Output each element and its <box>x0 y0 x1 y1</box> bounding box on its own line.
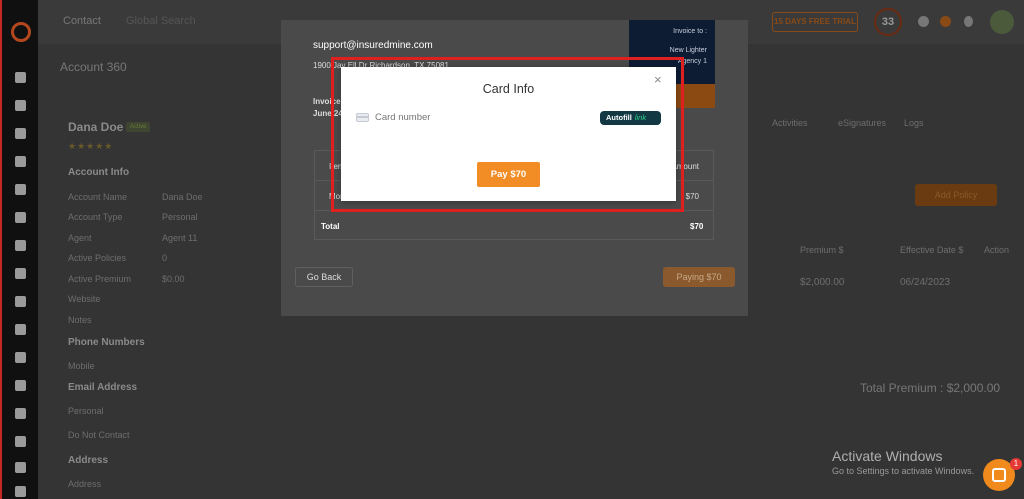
account-info-heading: Account Info <box>68 167 130 178</box>
tab-esignatures[interactable]: eSignatures <box>838 118 886 128</box>
field-value: $0.00 <box>162 274 185 284</box>
do-not-contact-label: Do Not Contact <box>68 430 130 440</box>
mail-icon[interactable] <box>15 486 26 497</box>
folder-icon[interactable] <box>15 462 26 473</box>
field-label: Active Policies <box>68 253 127 263</box>
activate-windows-title: Activate Windows <box>832 448 943 464</box>
tab-logs[interactable]: Logs <box>904 118 924 128</box>
free-trial-badge[interactable]: 15 DAYS FREE TRIAL <box>772 12 858 32</box>
email-heading: Email Address <box>68 382 138 393</box>
invoice-to-line: New Lighter <box>669 47 707 54</box>
email-label: Personal <box>68 406 104 416</box>
phone-heading: Phone Numbers <box>68 337 145 348</box>
sidebar <box>0 0 38 499</box>
rocket-icon[interactable] <box>15 72 26 83</box>
contact-card-icon[interactable] <box>15 240 26 251</box>
phone-label: Mobile <box>68 361 95 371</box>
contact-dropdown[interactable]: Contact <box>63 15 101 27</box>
close-icon[interactable]: × <box>654 72 662 87</box>
bell-icon[interactable] <box>964 16 973 27</box>
status-badge: Active <box>126 122 151 132</box>
go-back-button[interactable]: Go Back <box>295 267 353 287</box>
field-label: Account Type <box>68 212 123 222</box>
link-logo: link <box>634 113 647 122</box>
column-header: Effective Date $ <box>900 245 964 255</box>
address-label: Address <box>68 479 102 489</box>
add-icon[interactable] <box>940 16 951 27</box>
effective-date-value: 06/24/2023 <box>900 277 951 288</box>
autofill-link-button[interactable]: Autofill link <box>600 111 661 125</box>
field-value: Personal <box>162 212 198 222</box>
column-header: Premium $ <box>800 245 844 255</box>
card-info-modal: Card Info × Autofilllink Pay $70 <box>341 67 676 201</box>
add-policy-button[interactable]: Add Policy <box>915 184 997 206</box>
pay-button[interactable]: Pay $70 <box>477 162 540 187</box>
invoice-to-label: Invoice to : <box>673 28 707 35</box>
building-icon[interactable] <box>15 184 26 195</box>
autofill-label: Autofill <box>606 113 632 122</box>
field-label: Account Name <box>68 192 128 202</box>
field-value: Agent 11 <box>162 233 198 243</box>
account-name: Dana Doe <box>68 120 124 134</box>
list-icon[interactable] <box>15 212 26 223</box>
notification-count-badge[interactable]: 33 <box>874 8 902 36</box>
megaphone-icon[interactable] <box>15 296 26 307</box>
premium-value: $2,000.00 <box>800 277 845 288</box>
chat-icon <box>992 468 1006 482</box>
invoice-email: support@insuredmine.com <box>313 40 433 51</box>
invoice-total-label: Total <box>321 222 340 231</box>
rating-stars[interactable]: ★★★★★ <box>68 141 113 152</box>
calendar-icon[interactable] <box>15 436 26 447</box>
field-value: 0 <box>162 253 168 263</box>
reports-icon[interactable] <box>15 408 26 419</box>
paying-button[interactable]: Paying $70 <box>663 267 735 287</box>
invoice-total-value: $70 <box>690 222 704 231</box>
card-number-input[interactable] <box>375 112 575 123</box>
column-header: Action <box>984 245 1010 255</box>
field-label: Active Premium <box>68 274 132 284</box>
chat-badge: 1 <box>1010 458 1022 470</box>
field-label: Agent <box>68 233 92 243</box>
activate-windows-subtitle: Go to Settings to activate Windows. <box>832 466 975 476</box>
accounts-icon[interactable] <box>15 128 26 139</box>
amount-cell: $70 <box>685 192 699 201</box>
field-label: Notes <box>68 315 92 325</box>
credit-card-icon <box>356 113 369 122</box>
address-heading: Address <box>68 455 109 466</box>
target-icon[interactable] <box>15 324 26 335</box>
documents-icon[interactable] <box>15 156 26 167</box>
filter-icon[interactable] <box>15 268 26 279</box>
modal-title: Card Info <box>482 82 535 96</box>
app-logo-icon[interactable] <box>11 22 31 42</box>
users-icon[interactable] <box>15 352 26 363</box>
refresh-icon[interactable] <box>918 16 929 27</box>
settings-icon[interactable] <box>15 380 26 391</box>
field-label: Website <box>68 294 101 304</box>
user-avatar[interactable] <box>990 10 1014 34</box>
global-search-input[interactable]: Global Search <box>126 15 196 27</box>
dashboard-icon[interactable] <box>15 100 26 111</box>
field-value: Dana Doe <box>162 192 203 202</box>
page-title: Account 360 <box>60 60 127 74</box>
total-premium: Total Premium : $2,000.00 <box>860 381 1001 395</box>
tab-activities[interactable]: Activities <box>772 118 808 128</box>
